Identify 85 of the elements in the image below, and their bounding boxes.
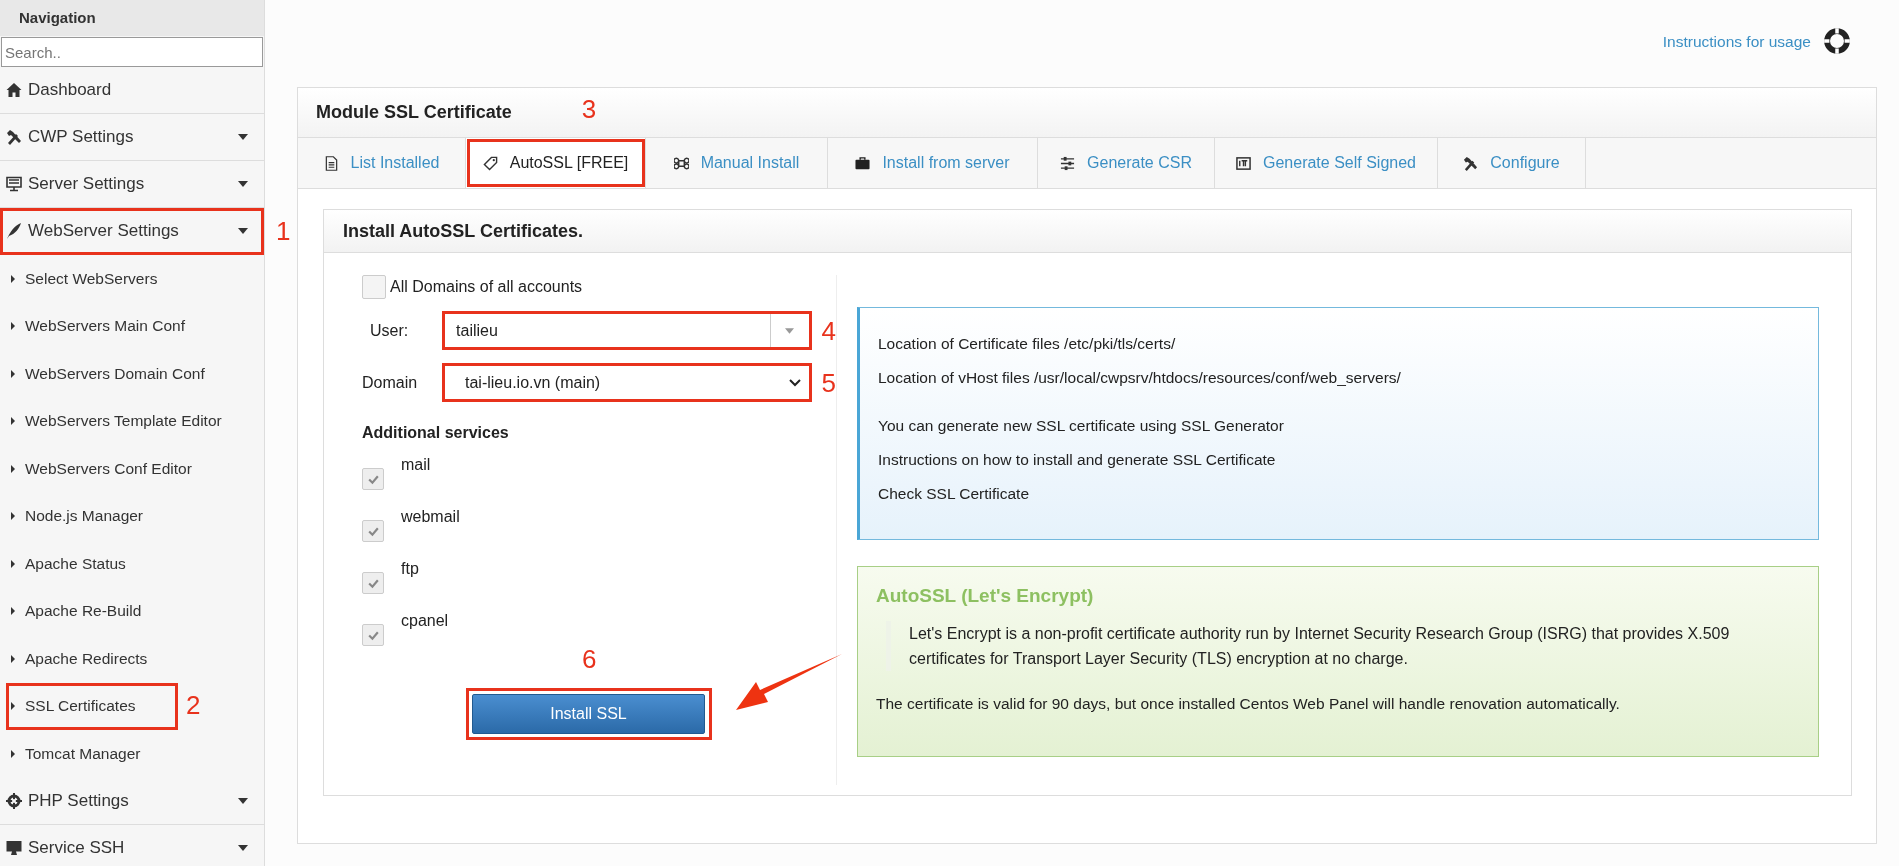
lifebuoy-icon[interactable] xyxy=(1823,27,1851,55)
caret-icon xyxy=(238,181,248,187)
sidebar-subitem[interactable]: Select WebServers xyxy=(0,255,264,303)
sidebar-item[interactable]: PHP Settings xyxy=(0,777,264,825)
checkbox[interactable] xyxy=(362,520,384,542)
document-icon xyxy=(323,155,339,171)
checkbox[interactable] xyxy=(362,468,384,490)
sidebar-item[interactable]: WebServer Settings xyxy=(0,208,264,255)
domain-dropdown[interactable]: tai-lieu.io.vn (main) xyxy=(444,365,810,400)
caret-icon xyxy=(238,228,248,234)
sliders-icon xyxy=(1060,155,1076,171)
bullet-icon xyxy=(11,702,15,711)
info-text: Check SSL Certificate xyxy=(878,484,1031,504)
caret-icon xyxy=(785,327,795,334)
tools-icon xyxy=(1463,155,1479,171)
window-icon xyxy=(1236,155,1251,171)
bullet-icon xyxy=(11,512,15,521)
sidebar-subitem[interactable]: SSL Certificates xyxy=(6,682,178,730)
callout-number: 3 xyxy=(581,95,597,122)
sidebar-subitem[interactable]: WebServers Conf Editor xyxy=(0,445,264,493)
checkbox[interactable] xyxy=(362,572,384,594)
note-text: The certificate is valid for 90 days, but once installed Centos Web Panel will handle renovation automatically. xyxy=(876,695,1621,713)
user-label: User: xyxy=(369,321,410,340)
bullet-icon xyxy=(11,464,15,473)
user-dropdown[interactable]: tailieu xyxy=(444,313,810,348)
callout-number: 6 xyxy=(582,646,597,672)
bullet-icon xyxy=(11,417,15,426)
sidebar-subitem[interactable]: Apache Redirects xyxy=(0,635,264,683)
tag-icon xyxy=(482,155,498,171)
checkbox[interactable] xyxy=(362,275,386,299)
checkbox-label: ftp xyxy=(401,560,419,578)
bullet-icon xyxy=(11,559,15,568)
box-title: AutoSSL (Let's Encrypt) xyxy=(876,585,1095,607)
sidebar-subitem[interactable]: WebServers Main Conf xyxy=(0,302,264,350)
chevron-icon xyxy=(788,378,801,387)
sidebar-item[interactable]: CWP Settings xyxy=(0,114,264,161)
callout-number: 1 xyxy=(276,218,291,244)
home-icon xyxy=(6,82,22,98)
caret-icon xyxy=(238,844,248,851)
monitor-icon xyxy=(6,176,22,192)
info-text: Instructions on how to install and generate SSL Certificate xyxy=(878,450,1277,470)
search-field[interactable]: Search.. xyxy=(1,37,263,67)
sidebar-subitem[interactable]: Tomcat Manager xyxy=(0,730,264,778)
bullet-icon xyxy=(11,322,15,331)
bullet-icon xyxy=(11,654,15,663)
sidebar-subitem[interactable]: Node.js Manager xyxy=(0,492,264,540)
help-link[interactable]: Instructions for usage xyxy=(1662,33,1811,51)
checkbox[interactable] xyxy=(362,624,384,646)
feather-icon xyxy=(6,223,22,239)
bullet-icon xyxy=(11,607,15,616)
sidebar-subitem[interactable]: WebServers Template Editor xyxy=(0,397,264,445)
bullet-icon xyxy=(11,369,15,378)
gear-icon xyxy=(6,792,22,809)
bullet-icon xyxy=(11,749,15,758)
tools-icon xyxy=(6,129,22,145)
callout-number: 2 xyxy=(186,691,201,718)
checkbox-label: cpanel xyxy=(401,612,449,630)
desktop-icon xyxy=(6,839,22,856)
navigation-title: Navigation xyxy=(0,0,264,36)
info-text: Location of vHost files /usr/local/cwpsrv/htdocs/resources/conf/web_servers/ xyxy=(878,368,1402,388)
quote-text: Let's Encrypt is a non-profit certificate authority run by Internet Security Research Group (ISRG) that provides X.509 certificates for Transport Layer Security (TLS) encryption at no charge. xyxy=(886,621,1800,671)
caret-icon xyxy=(238,134,248,140)
section-heading: Additional services xyxy=(362,424,510,442)
callout-number: 5 xyxy=(821,369,836,396)
info-text: Location of Certificate files /etc/pki/tls/certs/ xyxy=(878,334,1177,354)
panel-title: Install AutoSSL Certificates. xyxy=(343,220,584,242)
bullet-icon xyxy=(11,274,15,283)
caret-icon xyxy=(238,797,248,804)
checkbox-label: webmail xyxy=(401,508,460,526)
sidebar-item[interactable]: Server Settings xyxy=(0,161,264,208)
checkbox-label: mail xyxy=(401,456,431,474)
callout-number: 4 xyxy=(821,317,836,344)
briefcase-icon xyxy=(855,155,871,171)
sidebar-item[interactable]: Service SSH xyxy=(0,824,264,866)
tab[interactable]: AutoSSL [FREE] xyxy=(466,138,646,188)
sidebar-subitem[interactable]: Apache Re-Build xyxy=(0,587,264,635)
checkbox-label: All Domains of all accounts xyxy=(390,278,583,296)
sidebar-item[interactable]: Dashboard xyxy=(0,67,264,114)
domain-label: Domain xyxy=(362,373,419,392)
command-icon xyxy=(673,155,689,171)
sidebar-subitem[interactable]: Apache Status xyxy=(0,540,264,588)
sidebar-subitem[interactable]: WebServers Domain Conf xyxy=(0,350,264,398)
module-title: Module SSL Certificate xyxy=(316,102,512,123)
info-text: You can generate new SSL certificate using SSL Generator xyxy=(878,416,1285,436)
install-ssl-button[interactable]: Install SSL xyxy=(472,694,705,734)
